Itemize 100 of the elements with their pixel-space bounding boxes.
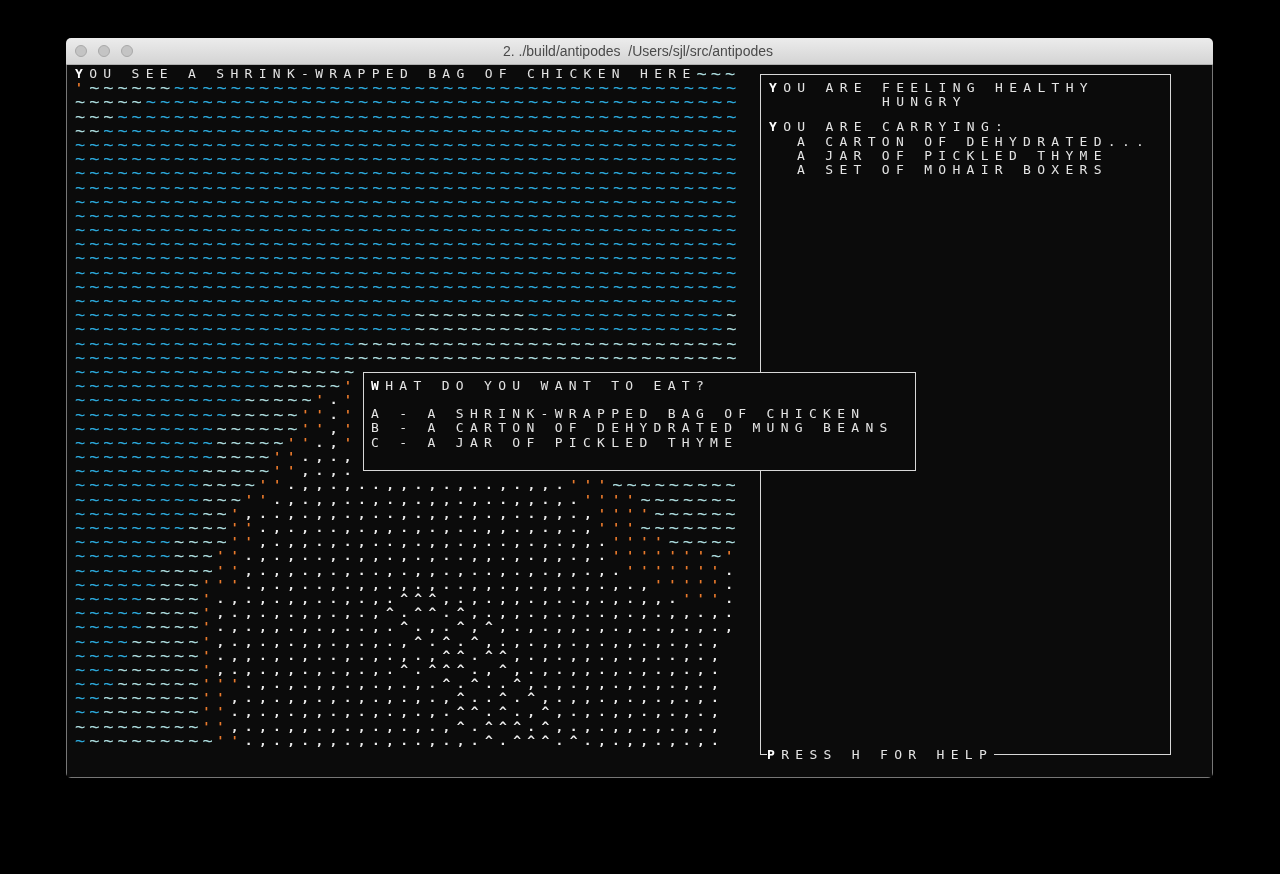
shore-tiles: ' [343,435,358,451]
shore-tiles: '' [273,464,302,479]
ground-tiles: .,.,..,.,,.,.,..,,.,.,., [259,521,599,536]
ground-tiles: ,.,.,.,,.,.,.,^.^.^,.,.,,.,.,,.,.,., [216,634,726,649]
shallow-water-tiles: ~~~ [159,577,203,592]
deep-water-tiles: ~~~~~~~~~~ [75,450,217,465]
deep-water-tiles: ~~~~~~~~~~~~~~~~~~~~~~~~ [75,308,415,323]
menu-option[interactable]: C - A JAR OF PICKLED THYME [371,435,739,450]
ground-tiles: . [725,591,740,607]
shore-tiles: ' [343,407,359,422]
deep-water-tiles: ~~~~~~~~~ [75,464,203,479]
deep-water-tiles: ~~~~~~~~~~~~~~~~~~~~~~~~~~~~~~~~~~~~~~~~ [174,81,741,96]
shallow-water-tiles: ~~ [202,506,231,521]
menu-option[interactable]: B - A CARTON OF DEHYDRATED MUNG BEANS [371,421,894,436]
shallow-water-tiles: ~~~~~~~ [103,691,203,706]
ground-tiles: . [725,563,740,578]
deep-water-tiles: ~~~~~~~~~~~~~~~~~~~~ [75,336,359,351]
ground-tiles: , [329,421,344,436]
deep-water-tiles: ~ [75,733,90,748]
shore-tiles: ''' [682,591,726,607]
shore-tiles: ' [202,648,217,663]
ground-tiles: .,.,.,,.,.,.,.,.^^.^.,^,.,.,,.,.,., [230,705,726,720]
deep-water-tiles: ~~ [75,691,104,706]
shore-tiles: ' [343,421,359,436]
deep-water-tiles: ~~~~~~~~~~~~~~~~~~~~~~~~~~~~~~~~~~~~~~~~~~~~~~~ [75,137,741,153]
inventory-item: A JAR OF PICKLED THYME [796,148,1109,163]
shallow-water-tiles: ~~~~~ [668,535,740,550]
deep-water-tiles: ~~~~~ [75,606,146,621]
shallow-water-tiles: ~~~~ [159,563,217,578]
shallow-water-tiles: ~~~~ [174,535,231,550]
shore-tiles: '' [244,492,274,507]
deep-water-tiles: ~~~~~~~~~~~~~~~~~~~~~~~~~~~~~~~~~~~~~~~~~~~~~~~ [75,294,741,309]
shore-tiles: ' [202,634,217,649]
deep-water-tiles: ~~~~~~ [75,577,160,592]
deep-water-tiles: ~~ [75,705,104,720]
shallow-water-tiles: ~~~~~~~~~~~~~~~~~~~~~~~~~~~~ [343,350,741,365]
ground-tiles: ,..,.,,.,..,.,,.,.,..,,., [244,506,599,521]
shore-tiles: ' [230,506,245,521]
shallow-water-tiles: ~~~ [174,549,217,564]
deep-water-tiles: ~~~~~~~~~~~~~~~~~~~~~~~~~~~~~~~~~~~~~~~~~~~~~~~ [75,223,741,238]
menu-option[interactable]: A - A SHRINK-WRAPPED BAG OF CHICKEN [371,407,866,422]
shallow-water-tiles: ~~~~~ [131,634,203,649]
shore-tiles: ' [315,393,330,408]
deep-water-tiles: ~~~~~ [75,591,146,607]
ground-tiles: ,.,,.,.,..,.,,.,..,.,.,,.,. [244,563,627,578]
shallow-water-tiles: ~~~~~~ [654,506,740,521]
deep-water-tiles: ~~~ [75,662,118,678]
shore-tiles: '' [202,705,231,720]
message-text: YOU SEE A SHRINK-WRAPPED BAG OF CHICKEN HERE [75,67,697,82]
shallow-water-tiles: ~~~~~~ [117,677,203,692]
shallow-water-tiles: ~~~~ [202,478,260,493]
shore-tiles: ''''''' [612,549,711,564]
deep-water-tiles: ~~~~~~~~~~~~~~~~~~~~~~~~~~~~~~~~~~~~~~~~~~ [145,95,741,110]
ground-tiles: ,.,. [301,464,358,479]
shallow-water-tiles: ~~~ [696,67,740,82]
ground-tiles: ,.,.,,.,.,.,.,.,^.^^^.^,.,.,,.,.,., [230,719,726,734]
ground-tiles: ,.,.,,.,.,.,.,.,^..^.^,.,,.,.,.,.,. [230,691,726,706]
ground-tiles: ., [315,435,344,451]
shallow-water-tiles: ~~~~~~~~~~ [414,322,557,337]
deep-water-tiles: ~~~~~~~~~~~~~~~~~~~~~~~~~~~~~~~~~~~~~~~~~~~~~~~ [75,237,741,252]
shore-tiles: '' [273,450,302,465]
deep-water-tiles: ~~~~~~~~~~ [75,435,217,451]
shore-tiles: ''' [202,577,245,592]
health-status-text: YOU ARE FEELING HEALTHY [769,81,1095,96]
ground-tiles: .,.,..,.,,.,.,..,,.,.,,.,. [244,549,613,564]
shore-tiles: '' [202,719,231,734]
deep-water-tiles: ~~~~~~~~~~~~~~~~~~~~~~~~~~~~~~~~~~~~~~~~~~~~ [117,109,741,124]
ground-tiles: ,.,.,,.,.,.,.^.^^^.,^,.,.,,.,.,.,.,. [216,662,726,678]
inventory-heading: YOU ARE CARRYING: [769,120,1011,135]
deep-water-tiles: ~~~~~~~~~ [75,492,203,507]
shallow-water-tiles: ~~~~~ [202,464,274,479]
shallow-water-tiles: ~~~~~~~ [640,521,740,536]
shallow-water-tiles: ~~~~~~ [117,662,203,678]
ground-tiles: ,.,.,.,,.,.,^.^^.^,.,,.,.,..,.,.,,.,. [216,606,740,621]
ground-tiles: .,.,..,.,,.,.,..,,.,.,,.,.,., [244,577,655,592]
deep-water-tiles: ~~~ [75,677,118,692]
ground-tiles: . [725,577,740,592]
shore-tiles: '''' [612,535,669,550]
shallow-water-tiles: ~~~~~~~~~~~~~~~~~~~~~~~~~~~ [358,336,741,351]
shore-tiles: '' [301,421,330,436]
ground-tiles: .,.,,..,.,.,,.,..,,.,. [273,492,584,507]
ground-tiles: .,., [301,450,358,465]
shallow-water-tiles: ~ [726,308,741,323]
shore-tiles: '' [216,563,245,578]
deep-water-tiles: ~~~~~~~~~~~~~~~~~~~~~~~~~~~~~~~~~~~~~~~~~~~~~~~ [75,208,741,224]
deep-water-tiles: ~~~~~~~~~~~~~~~~~~~~~~~~~~~~~~~~~~~~~~~~~~~~~ [103,123,741,138]
shore-tiles: ' [202,591,217,607]
ground-tiles: . [329,407,344,422]
shore-tiles: ' [202,620,217,635]
deep-water-tiles: ~~~~~~~~~~~~ [556,322,727,337]
shore-tiles: '' [230,535,259,550]
shore-tiles: ''''' [654,577,726,592]
shallow-water-tiles: ~~~~~ [244,393,316,408]
health-status-text: HUNGRY [881,95,968,110]
window-title: 2. ./build/antipodes /Users/sjl/src/antipodes [502,43,774,59]
ground-tiles: . [329,393,344,408]
shore-tiles: ' [343,393,359,408]
deep-water-tiles: ~~~~~~~~~~~~~~ [527,308,727,323]
shallow-water-tiles: ~~~~~~~~ [414,308,528,323]
deep-water-tiles: ~~~~~~~~~~~~~~~~~~~~~~~~~~~~~~~~~~~~~~~~~~~~~~~ [75,194,741,209]
